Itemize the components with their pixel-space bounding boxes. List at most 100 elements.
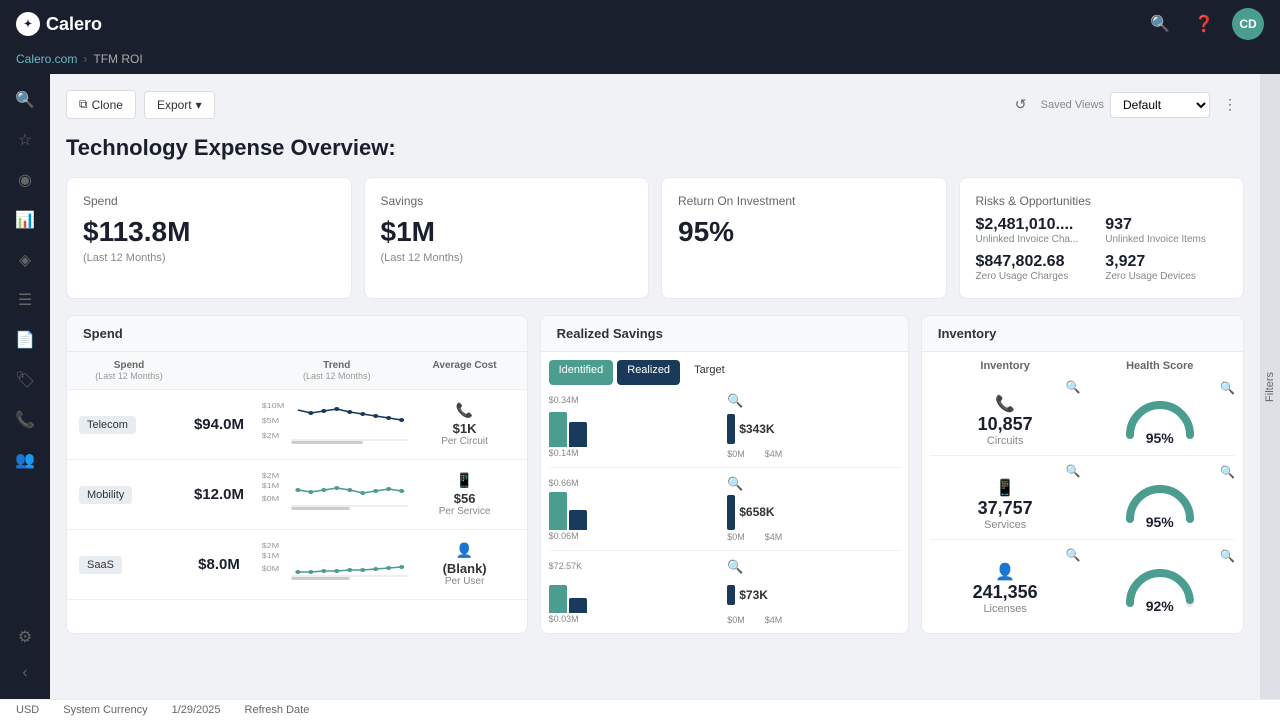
sidebar-item-users[interactable]: 👥 — [7, 442, 43, 478]
saved-views-label: Saved Views — [1041, 99, 1104, 111]
refresh-button[interactable]: ↺ — [1007, 91, 1035, 119]
sidebar-item-insights[interactable]: ◈ — [7, 242, 43, 278]
identified-bar-mobility — [549, 492, 567, 530]
health-licenses: 🔍 92% — [1084, 549, 1235, 614]
savings-row-telecom: $0.34M $0.14M 🔍 — [549, 393, 900, 468]
col-header-trend: Trend (Last 12 Months) — [259, 360, 415, 381]
col-inventory-label: Inventory — [930, 360, 1081, 372]
saas-icon: 👤 — [456, 542, 473, 559]
category-label-telecom: Telecom — [79, 416, 136, 434]
savings-row-mobility: $0.66M $0.06M 🔍 — [549, 476, 900, 551]
inv-services: 🔍 📱 37,757 Services — [930, 464, 1081, 531]
svg-text:$2M: $2M — [262, 472, 280, 480]
search-icon-health-licenses[interactable]: 🔍 — [1220, 549, 1235, 563]
sidebar-item-favorites[interactable]: ☆ — [7, 122, 43, 158]
clone-icon: ⧉ — [79, 97, 88, 112]
sidebar-item-overview[interactable]: ◉ — [7, 162, 43, 198]
kpi-spend-value: $113.8M — [83, 216, 335, 248]
savings-range-saas: $0M $4M — [727, 615, 900, 625]
help-button[interactable]: ❓ — [1188, 8, 1220, 40]
identified-bar-telecom — [549, 412, 567, 447]
identified-indicator — [559, 378, 604, 381]
saved-views: ↺ Saved Views Default ⋮ — [1007, 91, 1244, 119]
sidebar-item-reports[interactable]: 📊 — [7, 202, 43, 238]
settings-button[interactable]: ⚙ — [7, 619, 43, 655]
realized-bar-saas — [569, 598, 587, 613]
risks-grid: $2,481,010.... Unlinked Invoice Cha... 9… — [976, 216, 1228, 282]
sidebar-item-search[interactable]: 🔍 — [7, 82, 43, 118]
refresh-date-label: Refresh Date — [245, 704, 310, 716]
category-label-saas: SaaS — [79, 556, 122, 574]
realized-bar-mobility — [569, 510, 587, 530]
avg-sub-mobility: Per Service — [439, 506, 491, 517]
health-value-circuits: 95% — [1146, 430, 1174, 446]
tab-realized[interactable]: Realized — [617, 360, 680, 385]
kpi-roi-label: Return On Investment — [678, 194, 930, 208]
kpi-cards-row: Spend $113.8M (Last 12 Months) Savings $… — [66, 177, 1244, 299]
spend-section-header: Spend — [67, 316, 527, 352]
logo-icon: ✦ — [16, 12, 40, 36]
svg-text:$2M: $2M — [262, 432, 280, 440]
sidebar-item-invoices[interactable]: 📄 — [7, 322, 43, 358]
search-icon-health-circuits[interactable]: 🔍 — [1220, 381, 1235, 395]
sidebar-item-inventory[interactable]: ☰ — [7, 282, 43, 318]
realized-indicator — [627, 378, 670, 381]
currency-label: System Currency — [63, 704, 147, 716]
filter-panel[interactable]: Filters — [1260, 74, 1280, 699]
bar-top-label-telecom: $0.34M — [549, 395, 722, 405]
kpi-risks-label: Risks & Opportunities — [976, 194, 1228, 208]
search-icon-mobility[interactable]: 🔍 — [727, 476, 743, 492]
savings-content: Identified Realized Target — [541, 352, 908, 633]
search-icon-services[interactable]: 🔍 — [1065, 464, 1080, 478]
search-icon-circuits[interactable]: 🔍 — [1065, 380, 1080, 394]
savings-right-saas: 🔍 $73K $0M $4M — [727, 559, 900, 625]
inventory-card: Inventory Inventory Health Score 🔍 📞 — [921, 315, 1244, 634]
risk-item-1: 937 Unlinked Invoice Items — [1105, 216, 1227, 245]
clone-button[interactable]: ⧉ Clone — [66, 90, 136, 119]
breadcrumb-home[interactable]: Calero.com — [16, 52, 77, 66]
breadcrumb-current: TFM ROI — [93, 52, 142, 66]
sidebar-collapse-button[interactable]: ‹ — [7, 655, 43, 691]
search-nav-button[interactable]: 🔍 — [1144, 8, 1176, 40]
kpi-card-spend: Spend $113.8M (Last 12 Months) — [66, 177, 352, 299]
risk-label-3: Zero Usage Devices — [1105, 271, 1227, 282]
table-row: Mobility $12.0M $2M $1M $0M — [67, 460, 527, 530]
tab-target[interactable]: Target — [684, 360, 735, 385]
app-logo: ✦ Calero — [16, 12, 102, 36]
health-services: 🔍 95% — [1084, 465, 1235, 530]
tab-identified[interactable]: Identified — [549, 360, 614, 385]
circuits-icon: 📞 — [995, 394, 1015, 414]
spend-trend-saas: $2M $1M $0M — [259, 538, 415, 591]
main-content: ⧉ Clone Export ▾ ↺ Saved Views Default ⋮ — [50, 74, 1260, 699]
col-header-avg: Average Cost — [415, 360, 515, 381]
search-icon-licenses[interactable]: 🔍 — [1065, 548, 1080, 562]
refresh-date-value: 1/29/2025 — [172, 704, 221, 716]
telecom-icon: 📞 — [456, 402, 473, 419]
search-icon-saas[interactable]: 🔍 — [727, 559, 743, 575]
services-label: Services — [984, 519, 1026, 531]
saved-views-select[interactable]: Default — [1110, 92, 1210, 118]
identified-bar-saas — [549, 585, 567, 613]
health-value-licenses: 92% — [1146, 598, 1174, 614]
health-value-services: 95% — [1146, 514, 1174, 530]
export-button[interactable]: Export ▾ — [144, 91, 215, 119]
sidebar-item-contracts[interactable]: 🏷 — [7, 362, 43, 398]
user-avatar[interactable]: CD — [1232, 8, 1264, 40]
saved-views-menu-button[interactable]: ⋮ — [1216, 91, 1244, 119]
health-circuits: 🔍 95% — [1084, 381, 1235, 446]
risk-value-0: $2,481,010.... — [976, 216, 1098, 234]
avg-cost-telecom: 📞 $1K Per Circuit — [415, 402, 515, 447]
breadcrumb-separator: › — [83, 52, 87, 66]
content-wrapper: ⧉ Clone Export ▾ ↺ Saved Views Default ⋮ — [50, 74, 1280, 699]
search-icon-health-services[interactable]: 🔍 — [1220, 465, 1235, 479]
currency-value: USD — [16, 704, 39, 716]
bar-bottom-label-mobility: $0.06M — [549, 531, 722, 541]
search-icon-telecom[interactable]: 🔍 — [727, 393, 743, 409]
realized-bar-telecom — [569, 422, 587, 447]
risk-item-0: $2,481,010.... Unlinked Invoice Cha... — [976, 216, 1098, 245]
col-trend-label: Trend — [323, 360, 350, 371]
mobility-icon: 📱 — [456, 472, 473, 489]
col-spend-sub: (Last 12 Months) — [95, 371, 163, 381]
sidebar-item-telecom[interactable]: 📞 — [7, 402, 43, 438]
spend-trend-mobility: $2M $1M $0M — [259, 468, 415, 521]
